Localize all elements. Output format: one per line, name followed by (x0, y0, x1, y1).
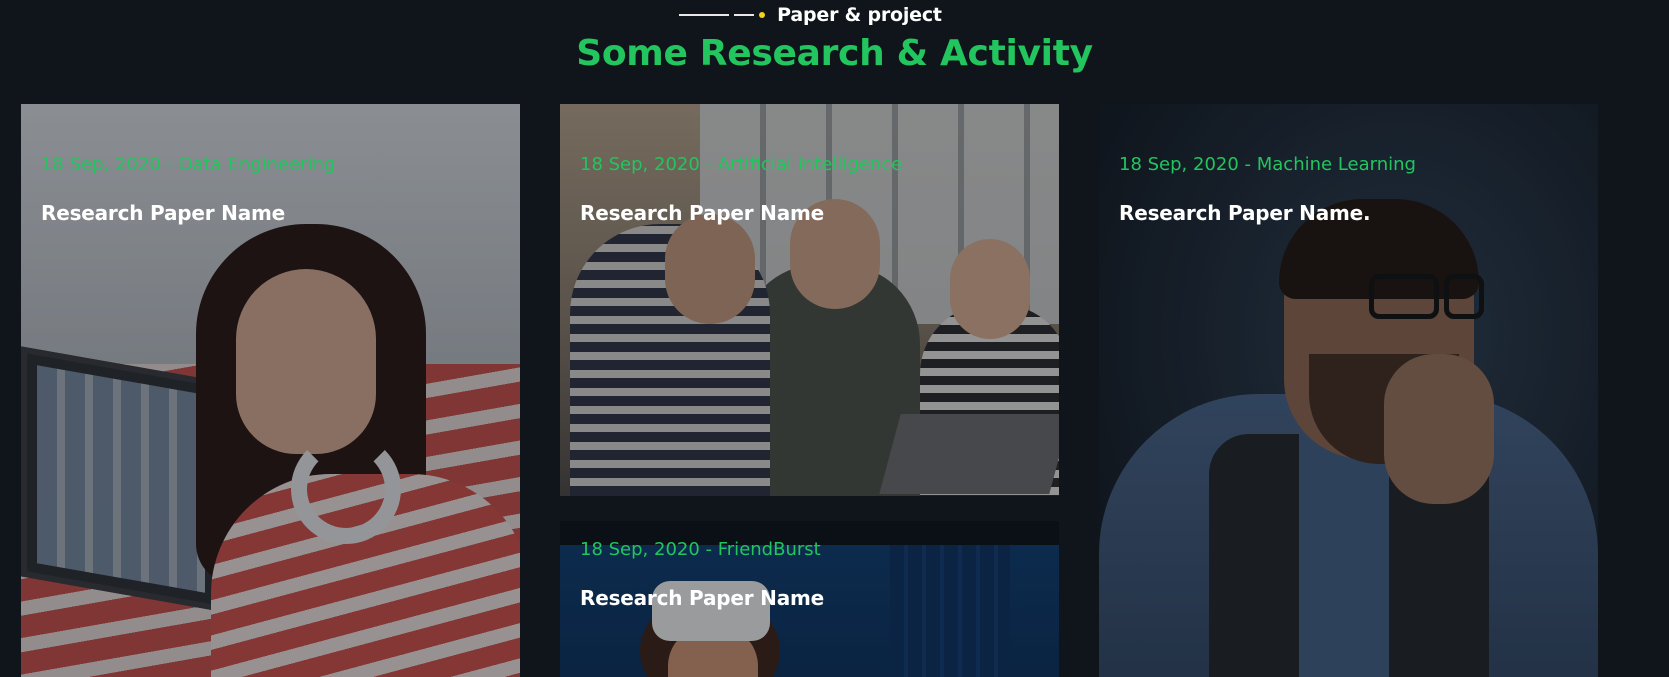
card-title-link[interactable]: Research Paper Name (580, 586, 824, 610)
eyebrow-decoration (679, 12, 766, 18)
research-section: Paper & project Some Research & Activity… (0, 0, 1669, 677)
research-card-machine-learning[interactable]: 18 Sep, 2020 - Machine Learning Research… (1099, 104, 1598, 677)
dot-icon (759, 12, 766, 18)
research-card-data-engineering[interactable]: 18 Sep, 2020 - Data Engineering Research… (21, 104, 520, 677)
card-meta: 18 Sep, 2020 - Artificial Intelligence (580, 154, 903, 175)
card-title-link[interactable]: Research Paper Name (580, 201, 824, 225)
card-meta: 18 Sep, 2020 - Data Engineering (41, 154, 336, 175)
section-title: Some Research & Activity (576, 33, 1093, 74)
card-meta: 18 Sep, 2020 - Machine Learning (1119, 154, 1416, 175)
card-title-link[interactable]: Research Paper Name. (1119, 201, 1371, 225)
card-meta: 18 Sep, 2020 - FriendBurst (580, 539, 821, 560)
research-card-friendburst[interactable]: 18 Sep, 2020 - FriendBurst Research Pape… (560, 521, 1059, 677)
card-title-link[interactable]: Research Paper Name (41, 201, 285, 225)
eyebrow-label: Paper & project (777, 4, 942, 26)
section-eyebrow: Paper & project (0, 4, 1669, 26)
research-card-artificial-intelligence[interactable]: 18 Sep, 2020 - Artificial Intelligence R… (560, 104, 1059, 496)
